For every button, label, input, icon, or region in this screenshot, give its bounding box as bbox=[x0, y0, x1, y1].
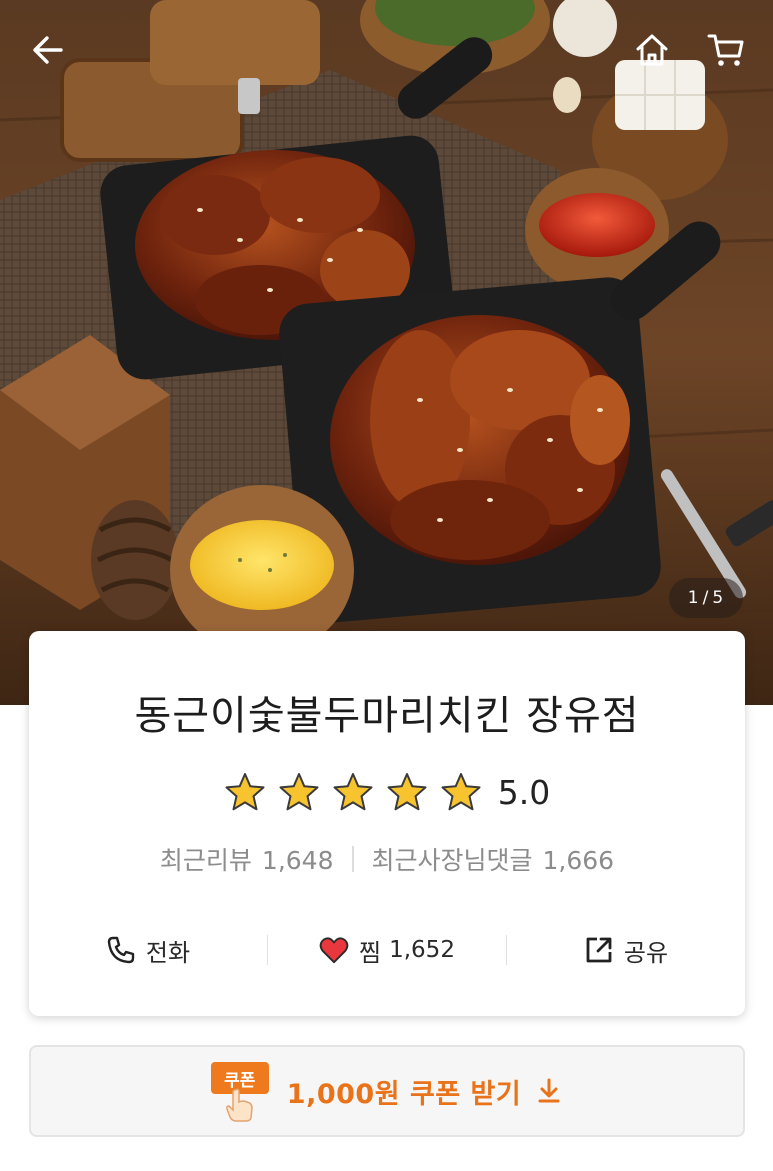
like-label: 찜 bbox=[359, 938, 382, 967]
counts-divider bbox=[351, 846, 354, 872]
hero-food-photo[interactable]: 1 / 5 bbox=[0, 0, 773, 705]
store-actions: 전화 찜 1,652 공유 bbox=[29, 927, 745, 973]
back-button[interactable] bbox=[26, 28, 70, 72]
top-navigation bbox=[0, 0, 773, 100]
phone-icon bbox=[106, 935, 136, 965]
home-icon bbox=[636, 34, 668, 66]
store-name: 동근이숯불두마리치킨 장유점 bbox=[134, 693, 640, 739]
gallery-current-page: 1 bbox=[687, 588, 700, 608]
recent-reviews-label: 최근리뷰 bbox=[159, 846, 252, 875]
star-icon bbox=[333, 773, 373, 811]
gallery-total-pages: 5 bbox=[712, 588, 725, 608]
recent-reviews[interactable]: 최근리뷰 1,648 bbox=[160, 841, 334, 877]
call-label: 전화 bbox=[145, 938, 191, 967]
review-counts-row: 최근리뷰 1,648 최근사장님댓글 1,666 bbox=[29, 839, 745, 879]
gallery-page-indicator: 1 / 5 bbox=[669, 578, 743, 618]
coupon-badge: 쿠폰 bbox=[210, 1060, 271, 1122]
share-button[interactable]: 공유 bbox=[507, 927, 745, 973]
cart-button[interactable] bbox=[704, 28, 748, 72]
share-icon bbox=[584, 935, 614, 965]
star-icon bbox=[387, 773, 427, 811]
arrow-left-icon bbox=[33, 36, 63, 64]
share-label: 공유 bbox=[623, 938, 669, 967]
heart-icon bbox=[319, 935, 349, 965]
owner-replies-count: 1,666 bbox=[542, 846, 615, 875]
star-icon bbox=[279, 773, 319, 811]
star-icon bbox=[225, 773, 265, 811]
rating-row: 5.0 bbox=[29, 769, 745, 815]
coupon-label: 1,000원 쿠폰 받기 bbox=[286, 1078, 522, 1110]
like-count: 1,652 bbox=[389, 937, 455, 963]
rating-value: 5.0 bbox=[497, 772, 551, 812]
download-arrow-icon bbox=[538, 1078, 560, 1103]
call-button[interactable]: 전화 bbox=[29, 927, 267, 973]
recent-reviews-count: 1,648 bbox=[261, 846, 334, 875]
pointing-hand-icon bbox=[225, 1088, 253, 1122]
fried-chicken-photo bbox=[0, 0, 773, 705]
star-rating bbox=[224, 771, 482, 813]
star-icon bbox=[441, 773, 481, 811]
store-info-card: 동근이숯불두마리치킨 장유점 5.0 최근리뷰 1,648 최근사장님댓글 1,66… bbox=[29, 631, 745, 1016]
owner-replies-label: 최근사장님댓글 bbox=[371, 846, 533, 875]
like-button[interactable]: 찜 1,652 bbox=[268, 927, 506, 973]
gallery-separator: / bbox=[702, 588, 710, 608]
owner-replies[interactable]: 최근사장님댓글 1,666 bbox=[372, 841, 615, 877]
cart-icon bbox=[707, 34, 744, 66]
home-button[interactable] bbox=[630, 28, 674, 72]
coupon-download-button[interactable]: 쿠폰 1,000원 쿠폰 받기 bbox=[29, 1045, 745, 1137]
